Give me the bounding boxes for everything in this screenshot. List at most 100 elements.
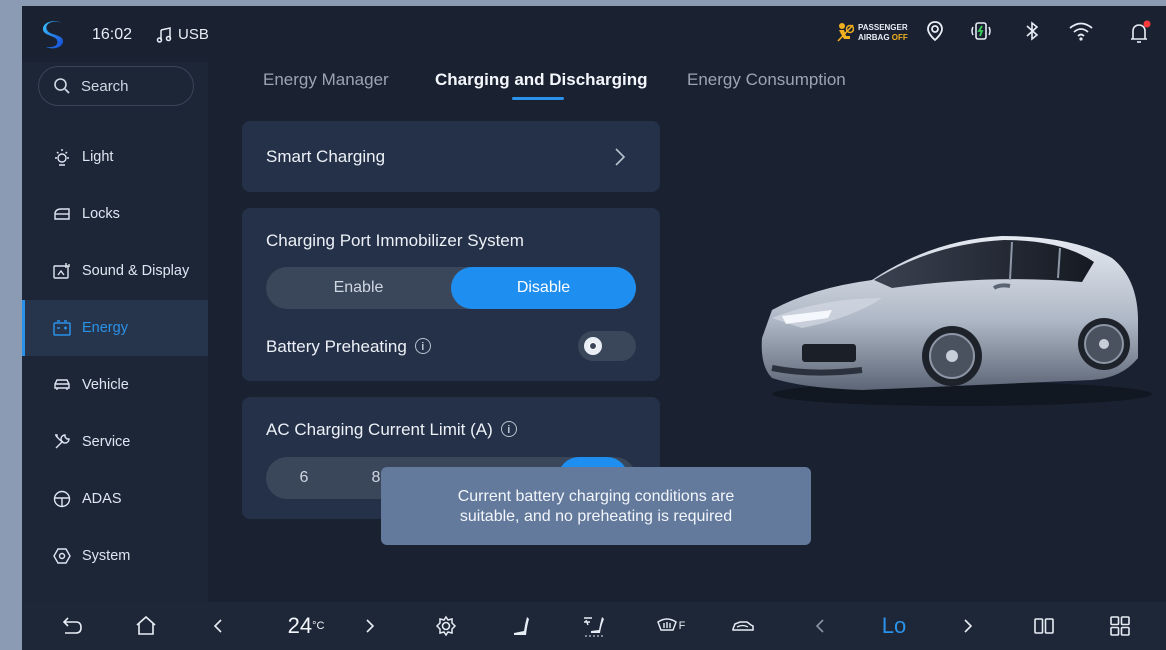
chevron-left-icon [815, 619, 824, 633]
bottom-dock: 24 °C F Lo [22, 602, 1166, 650]
chevron-right-icon [615, 148, 626, 166]
phone-charging-icon [971, 22, 991, 40]
steering-wheel-icon [53, 490, 71, 508]
recirculation-car-icon [732, 621, 754, 631]
sidebar-item-light[interactable]: Light [22, 129, 208, 185]
notification-bell-icon[interactable] [1128, 20, 1152, 46]
toggle-knob [584, 337, 602, 355]
climate-settings-button[interactable] [430, 610, 462, 642]
airbag-icon [837, 23, 854, 42]
smart-charging-row[interactable]: Smart Charging [242, 121, 660, 192]
search-icon [54, 78, 70, 94]
rear-defrost-button[interactable]: F [650, 610, 690, 642]
sidebar-item-label: Energy [82, 320, 128, 336]
status-bar: 16:02 USB PASSENGER AIRBAG OFF [22, 6, 1166, 62]
temperature-value: 24 [287, 613, 313, 638]
temp-decrease-button[interactable] [206, 610, 230, 642]
defrost-icon [656, 618, 677, 631]
sidebar-item-system[interactable]: System [22, 528, 208, 584]
search-placeholder: Search [81, 77, 129, 95]
temp-increase-button[interactable] [358, 610, 382, 642]
fan-decrease-button[interactable] [808, 610, 832, 642]
toast-line-2: suitable, and no preheating is required [459, 508, 733, 525]
location-icon [927, 21, 943, 42]
battery-preheating-toggle[interactable] [578, 331, 636, 361]
sidebar-item-label: Light [82, 149, 114, 165]
sidebar-item-adas[interactable]: ADAS [22, 471, 208, 527]
active-tab-indicator [512, 97, 564, 100]
screen: 16:02 USB PASSENGER AIRBAG OFF Search Li… [22, 6, 1166, 650]
tab-energy-consumption[interactable]: Energy Consumption [687, 70, 846, 90]
battery-preheating-row: Battery Preheating i [266, 337, 431, 357]
ac-limit-row: AC Charging Current Limit (A) i [266, 420, 517, 440]
airbag-label-2: AIRBAG [858, 33, 890, 42]
media-source[interactable]: USB [156, 26, 209, 43]
back-arrow-icon [62, 617, 82, 634]
airbag-state: OFF [891, 33, 908, 42]
sidebar-item-sound-display[interactable]: Sound & Display [22, 243, 208, 299]
preheating-toast: Current battery charging conditions are … [381, 467, 811, 545]
fan-level-display: Lo [881, 613, 907, 638]
airbag-label: PASSENGER [858, 23, 908, 32]
defrost-label: F [678, 620, 686, 632]
gear-icon [435, 615, 457, 637]
home-icon [136, 615, 156, 635]
grid-icon [1110, 616, 1130, 636]
smart-charging-label: Smart Charging [266, 147, 386, 166]
home-button[interactable] [130, 610, 162, 642]
battery-icon [53, 320, 71, 336]
sidebar-item-label: ADAS [82, 491, 122, 507]
wrench-icon [55, 434, 70, 449]
immobilizer-card: Charging Port Immobilizer System Enable … [242, 208, 660, 381]
vehicle-image [761, 236, 1152, 406]
sidebar-item-label: Vehicle [82, 377, 129, 393]
tab-charging-discharging[interactable]: Charging and Discharging [435, 70, 648, 90]
sidebar-item-label: Service [82, 434, 131, 450]
sidebar: Search Light Locks Sound & Display Energ… [22, 62, 208, 602]
app-grid-button[interactable] [1104, 610, 1136, 642]
fan-increase-button[interactable] [956, 610, 980, 642]
wifi-icon [1069, 22, 1093, 41]
brand-logo-icon[interactable] [42, 20, 68, 50]
sound-display-icon [53, 263, 70, 279]
sidebar-item-vehicle[interactable]: Vehicle [22, 357, 208, 413]
airflow-seat-icon [584, 617, 604, 637]
passenger-airbag-indicator: PASSENGER AIRBAG OFF [836, 20, 916, 46]
tab-energy-manager[interactable]: Energy Manager [263, 70, 389, 90]
info-icon[interactable]: i [414, 338, 431, 354]
immobilizer-disable-option[interactable]: Disable [451, 267, 636, 309]
search-input[interactable]: Search [38, 66, 194, 106]
sidebar-item-service[interactable]: Service [22, 414, 208, 470]
lock-icon [54, 208, 70, 220]
sidebar-item-label: Locks [82, 206, 120, 222]
toast-line-1: Current battery charging conditions are [457, 488, 735, 505]
split-screen-icon [1034, 618, 1054, 634]
back-button[interactable] [56, 610, 88, 642]
seat-heating-button[interactable] [506, 610, 538, 642]
battery-preheating-label: Battery Preheating [266, 337, 407, 356]
bluetooth-icon [1026, 21, 1039, 41]
chevron-right-icon [964, 619, 973, 633]
chevron-right-icon [366, 619, 375, 633]
air-recirculation-button[interactable] [724, 610, 762, 642]
light-icon [55, 149, 69, 166]
immobilizer-segmented-control: Enable Disable [266, 267, 636, 309]
chevron-left-icon [213, 619, 222, 633]
seat-icon [514, 617, 529, 635]
immobilizer-title: Charging Port Immobilizer System [266, 231, 524, 250]
sidebar-item-label: Sound & Display [82, 263, 190, 279]
sidebar-item-energy[interactable]: Energy [22, 300, 208, 356]
media-source-label: USB [178, 26, 209, 43]
sidebar-item-locks[interactable]: Locks [22, 186, 208, 242]
immobilizer-enable-option[interactable]: Enable [266, 267, 451, 309]
ac-limit-title: AC Charging Current Limit (A) [266, 420, 493, 439]
temperature-unit: °C [312, 620, 325, 632]
clock: 16:02 [92, 26, 133, 43]
split-screen-button[interactable] [1028, 610, 1060, 642]
car-icon [54, 379, 70, 390]
sidebar-item-label: System [82, 548, 131, 564]
airflow-mode-button[interactable] [576, 610, 612, 642]
ac-limit-option[interactable]: 6 [282, 457, 326, 499]
temperature-display: 24 °C [276, 610, 336, 642]
info-icon[interactable]: i [500, 421, 517, 437]
